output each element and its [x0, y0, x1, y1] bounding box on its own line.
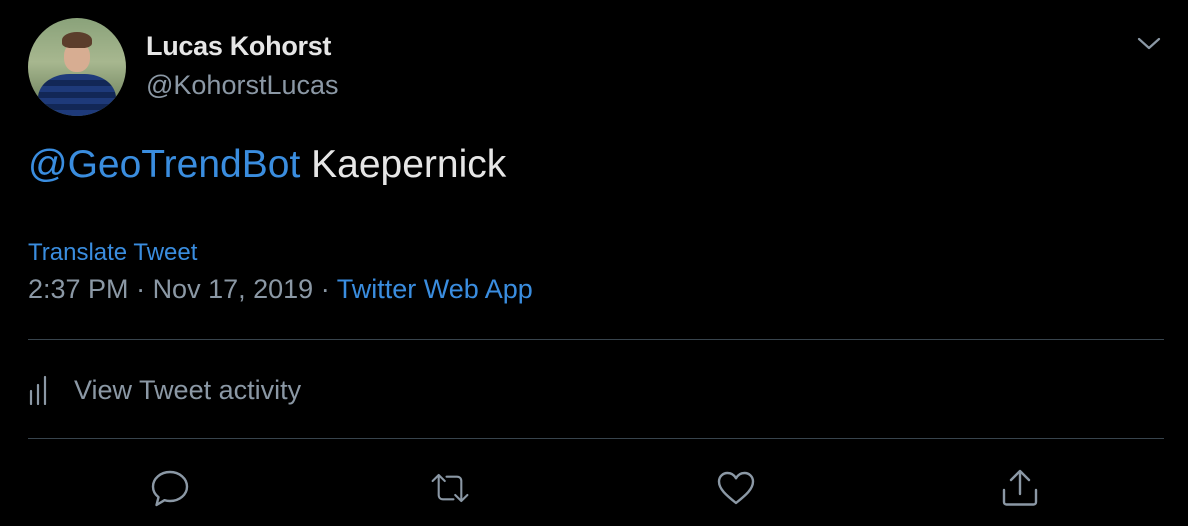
mention-link[interactable]: @GeoTrendBot: [28, 143, 300, 186]
meta-separator: ·: [313, 274, 337, 304]
tweet-source-link[interactable]: Twitter Web App: [337, 274, 533, 304]
tweet-detail: Lucas Kohorst @KohorstLucas @GeoTrendBot…: [0, 0, 1188, 526]
author-name[interactable]: Lucas Kohorst: [146, 31, 331, 62]
share-icon[interactable]: [1000, 468, 1040, 508]
chevron-down-icon[interactable]: [1136, 32, 1162, 54]
bar-chart-icon: [29, 375, 47, 405]
divider: [28, 438, 1164, 439]
reply-icon[interactable]: [150, 468, 190, 508]
tweet-time[interactable]: 2:37 PM: [28, 274, 129, 304]
author-handle[interactable]: @KohorstLucas: [146, 70, 339, 101]
avatar-hair: [62, 32, 92, 48]
translate-tweet-link[interactable]: Translate Tweet: [28, 239, 197, 267]
tweet-meta: 2:37 PM · Nov 17, 2019 · Twitter Web App: [28, 274, 533, 305]
tweet-body: Kaepernick: [300, 143, 507, 186]
avatar[interactable]: [28, 18, 126, 116]
divider: [28, 339, 1164, 340]
view-tweet-activity-label: View Tweet activity: [74, 374, 302, 405]
view-tweet-activity-button[interactable]: View Tweet activity: [28, 371, 301, 409]
meta-separator: ·: [128, 274, 153, 304]
tweet-date[interactable]: Nov 17, 2019: [153, 274, 314, 304]
tweet-text: @GeoTrendBot Kaepernick: [28, 143, 506, 187]
retweet-icon[interactable]: [430, 468, 470, 508]
avatar-shirt: [38, 74, 116, 116]
heart-icon[interactable]: [716, 468, 756, 508]
